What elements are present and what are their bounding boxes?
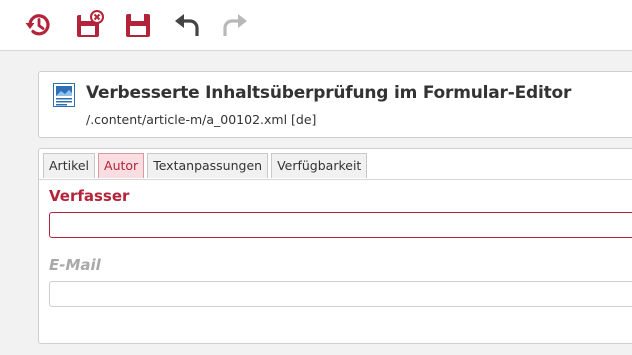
tab-verfuegbarkeit[interactable]: Verfügbarkeit — [271, 153, 368, 178]
save-icon — [126, 14, 150, 37]
email-field-label: E-Mail — [49, 256, 101, 274]
save-and-exit-button[interactable] — [75, 10, 105, 40]
redo-icon — [223, 14, 247, 36]
author-field-label: Verfasser — [49, 187, 130, 205]
redo-button[interactable] — [220, 10, 250, 40]
history-icon — [25, 14, 50, 36]
toolbar — [0, 0, 632, 51]
document-path: /.content/article-m/a_00102.xml [de] — [86, 112, 317, 127]
tab-artikel[interactable]: Artikel — [43, 153, 96, 178]
form-editor-panel: Artikel Autor Textanpassungen Verfügbark… — [38, 148, 632, 344]
save-close-icon — [77, 10, 104, 37]
history-button[interactable] — [24, 10, 54, 40]
document-header: Verbesserte Inhaltsüberprüfung im Formul… — [38, 71, 632, 138]
tab-textanpassungen[interactable]: Textanpassungen — [147, 153, 269, 178]
tab-divider — [39, 179, 632, 180]
tab-autor[interactable]: Autor — [98, 153, 145, 178]
tab-bar: Artikel Autor Textanpassungen Verfügbark… — [43, 153, 370, 179]
author-input[interactable] — [49, 212, 632, 238]
content-document-icon — [53, 83, 75, 107]
save-button[interactable] — [123, 10, 153, 40]
email-input[interactable] — [49, 281, 632, 307]
document-title: Verbesserte Inhaltsüberprüfung im Formul… — [86, 83, 572, 103]
undo-button[interactable] — [172, 10, 202, 40]
undo-icon — [175, 14, 199, 36]
